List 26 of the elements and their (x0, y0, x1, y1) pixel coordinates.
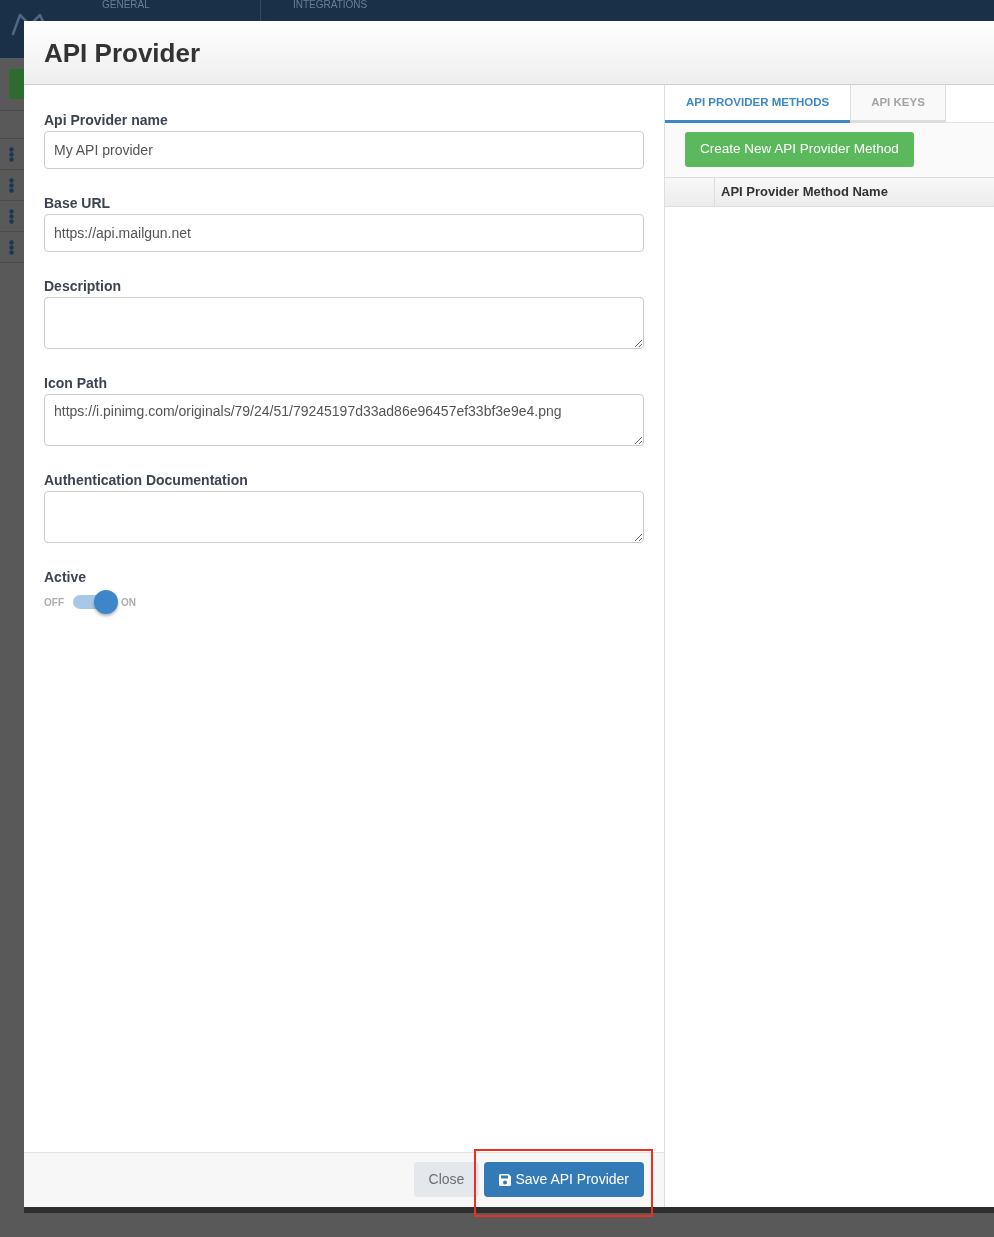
text-input[interactable]: https://api.mailgun.net (44, 214, 644, 252)
nav-tab[interactable]: INTEGRATIONS (293, 0, 368, 10)
nav-tab[interactable]: GENERAL (102, 0, 260, 10)
more-options-icon[interactable] (9, 146, 14, 162)
field-label: Description (44, 277, 122, 296)
tab[interactable]: API KEYS (850, 85, 946, 123)
on-label: ON (121, 595, 136, 610)
more-options-icon[interactable] (9, 208, 14, 224)
create-method-button[interactable]: Create New API Provider Method (685, 132, 914, 167)
field-label: Icon Path (44, 374, 108, 393)
active-toggle[interactable] (72, 589, 118, 615)
off-label: OFF (44, 595, 64, 610)
modal-title: API Provider (44, 39, 201, 66)
field-label: Api Provider name (44, 111, 169, 130)
field-label: Active (44, 568, 88, 587)
more-options-icon[interactable] (9, 239, 14, 255)
save-button[interactable]: Save API Provider (484, 1162, 644, 1197)
text-input[interactable]: My API provider (44, 131, 644, 169)
text-area[interactable]: https://i.pinimg.com/originals/79/24/51/79245197d33ad86e96457ef33bf3e9e4.png (44, 394, 644, 446)
text-area[interactable] (44, 491, 644, 543)
close-button[interactable]: Close (413, 1162, 480, 1197)
column-header[interactable]: API Provider Method Name (715, 178, 894, 206)
field-label: Base URL (44, 194, 112, 213)
text-area[interactable] (44, 297, 644, 349)
more-options-icon[interactable] (9, 177, 14, 193)
field-label: Authentication Documentation (44, 471, 249, 490)
